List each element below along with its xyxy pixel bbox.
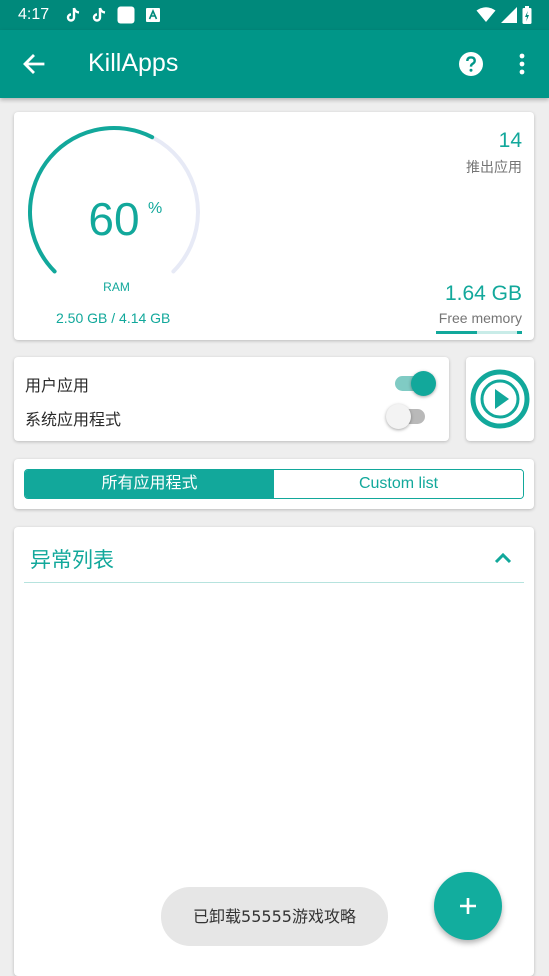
system-apps-switch[interactable] <box>386 403 430 429</box>
help-icon[interactable] <box>457 50 485 78</box>
free-memory-bar-fill <box>436 331 478 334</box>
free-memory-value: 1.64 GB <box>444 282 522 305</box>
app-title: KillApps <box>88 49 179 77</box>
user-apps-label: 用户应用 <box>25 376 90 395</box>
free-memory-label: Free memory <box>438 310 522 326</box>
killed-apps-count: 14 <box>498 129 522 152</box>
killed-apps-label: 推出应用 <box>466 160 522 176</box>
system-apps-label: 系统应用程式 <box>25 410 122 429</box>
ram-gauge: 60 % RAM <box>24 122 204 302</box>
tiktok-icon <box>92 7 106 22</box>
add-button[interactable] <box>434 872 502 940</box>
wifi-icon <box>476 7 496 22</box>
app-bar: KillApps <box>0 30 549 98</box>
back-arrow-icon[interactable] <box>20 50 48 78</box>
battery-charging-icon <box>522 6 532 24</box>
tab-all-apps[interactable]: 所有应用程式 <box>25 470 274 498</box>
start-kill-card[interactable] <box>466 357 534 441</box>
free-memory-bar-end <box>517 331 522 334</box>
free-memory-bar <box>436 331 522 334</box>
list-mode-segmented-control: 所有应用程式 Custom list <box>24 469 524 499</box>
chevron-up-icon[interactable] <box>490 545 516 571</box>
status-bar: 4:17 <box>0 0 549 30</box>
play-icon[interactable] <box>469 368 531 430</box>
status-time: 4:17 <box>18 6 50 23</box>
tiktok-icon <box>66 7 80 22</box>
notification-square-icon <box>117 6 135 24</box>
ram-label: RAM <box>103 280 130 294</box>
tab-custom-list[interactable]: Custom list <box>274 470 523 498</box>
plus-icon <box>460 898 476 914</box>
toast-message: 已卸载55555游戏攻略 <box>161 887 388 946</box>
signal-icon <box>501 7 517 23</box>
app-type-card: 用户应用 系统应用程式 <box>14 357 449 441</box>
more-vert-icon[interactable] <box>512 50 532 78</box>
ram-percent: 60 <box>88 193 140 245</box>
ram-used-total: 2.50 GB / 4.14 GB <box>56 310 171 326</box>
list-mode-card: 所有应用程式 Custom list <box>14 459 534 509</box>
user-apps-switch[interactable] <box>392 370 436 396</box>
app-a-icon <box>146 8 160 22</box>
memory-card: 60 % RAM 2.50 GB / 4.14 GB 14 推出应用 1.64 … <box>14 112 534 340</box>
divider <box>24 582 524 583</box>
abnormal-list-title: 异常列表 <box>30 548 114 572</box>
ram-percent-sign: % <box>148 200 163 217</box>
